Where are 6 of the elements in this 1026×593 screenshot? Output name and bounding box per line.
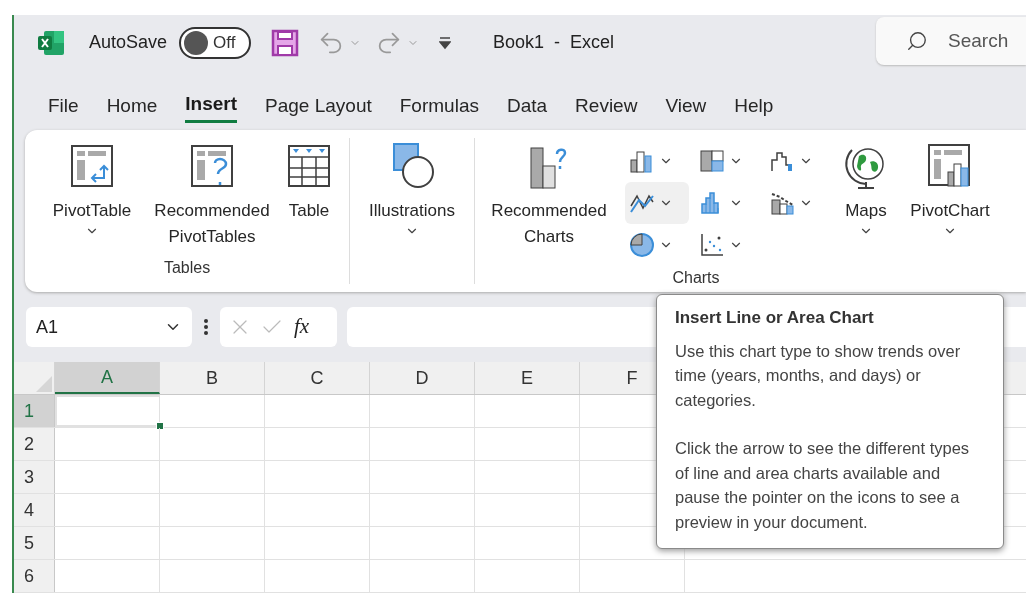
autosave-label: AutoSave xyxy=(89,31,168,54)
group-label: Charts xyxy=(671,268,721,288)
tooltip-title: Insert Line or Area Chart xyxy=(675,307,875,329)
group-label: Tables xyxy=(162,258,212,278)
tooltip-text: Click the arrow to see the different types of line and area charts available and pause the pointer on the icons to see a preview in your document. xyxy=(675,438,971,533)
window-title: Book1 - Excel xyxy=(493,31,615,54)
